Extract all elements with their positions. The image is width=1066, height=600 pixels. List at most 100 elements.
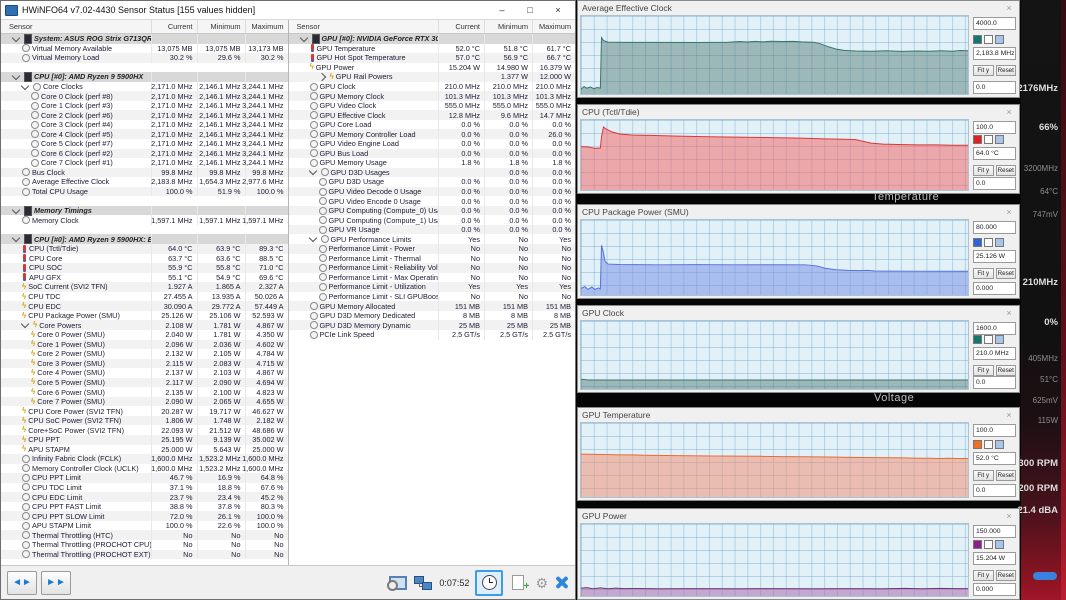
reset-button[interactable]: Reset [996,165,1017,176]
section-row[interactable]: GPU [#0]: NVIDIA GeForce RTX 3070 Mobi..… [289,34,576,44]
sensor-row[interactable]: Performance Limit - ThermalNoNoNo [289,254,576,264]
sensor-row[interactable]: Core 2 Clock (perf #6)2,171.0 MHz2,146.1… [1,110,288,120]
sensor-row[interactable]: ϟGPU Rail Powers1.377 W12.000 W [289,72,576,82]
current-value-box[interactable]: 2,183.8 MHz [973,47,1016,60]
close-icon[interactable]: × [545,3,571,18]
clock-button[interactable] [475,570,503,596]
sensor-row[interactable]: Average Effective Clock2,183.8 MHz1,654.… [1,177,288,187]
sensor-row[interactable]: GPU Memory Clock101.3 MHz101.3 MHz101.3 … [289,91,576,101]
close-icon[interactable]: × [1003,511,1015,521]
sensor-row[interactable]: GPU Video Engine Load0.0 %0.0 %0.0 % [289,139,576,149]
sensor-row[interactable]: CPU PPT Limit46.7 %16.9 %64.8 % [1,473,288,483]
caret-expanded-icon[interactable] [12,34,20,42]
sensor-row[interactable]: Total CPU Usage100.0 %51.9 %100.0 % [1,187,288,197]
close-icon[interactable]: × [1003,308,1015,318]
sensor-row[interactable]: Core 4 Clock (perf #5)2,171.0 MHz2,146.1… [1,129,288,139]
section-row[interactable]: System: ASUS ROG Strix G713QR_G713QR [1,34,288,44]
sensor-row[interactable]: CPU SOC55.9 °C55.8 °C71.0 °C [1,263,288,273]
monitor-search-icon[interactable] [387,575,407,591]
grid-color-swatch[interactable] [995,35,1004,44]
sensor-row[interactable]: Performance Limit - UtilizationYesYesYes [289,282,576,292]
sensor-row[interactable]: ϟSoC Current (SVI2 TFN)1.927 A1.865 A2.3… [1,282,288,292]
reset-button[interactable]: Reset [996,268,1017,279]
sensor-row[interactable]: ϟCore 2 Power (SMU)2.132 W2.105 W4.784 W [1,349,288,359]
grid-color-swatch[interactable] [995,540,1004,549]
sensor-row[interactable]: GPU Memory Usage1.8 %1.8 %1.8 % [289,158,576,168]
background-color-swatch[interactable] [984,440,993,449]
sensor-row[interactable]: ϟCore Powers2.108 W1.781 W4.867 W [1,320,288,330]
sensor-row[interactable]: Bus Clock99.8 MHz99.8 MHz99.8 MHz [1,168,288,178]
y-max-input[interactable]: 1600.0 [973,322,1016,335]
sensor-row[interactable]: ϟCPU SoC Power (SVI2 TFN)1.806 W1.748 W2… [1,416,288,426]
sensor-row[interactable]: GPU Video Encode 0 Usage0.0 %0.0 %0.0 % [289,196,576,206]
sensor-row[interactable]: Core 0 Clock (perf #8)2,171.0 MHz2,146.1… [1,91,288,101]
reset-button[interactable]: Reset [996,570,1017,581]
column-maximum[interactable]: Maximum [245,20,288,33]
sensor-row[interactable]: ϟCPU EDC30.090 A29.772 A57.449 A [1,301,288,311]
reorder-arrows-button[interactable]: ◄► [7,571,37,595]
y-max-input[interactable]: 100.0 [973,424,1016,437]
add-report-button[interactable]: + [509,574,529,592]
series-color-swatch[interactable] [973,135,982,144]
sensor-row[interactable]: ϟCPU PPT25.195 W9.139 W35.002 W [1,435,288,445]
sensor-row[interactable]: Memory Clock1,597.1 MHz1,597.1 MHz1,597.… [1,215,288,225]
close-icon[interactable]: × [1003,410,1015,420]
series-color-swatch[interactable] [973,238,982,247]
background-color-swatch[interactable] [984,540,993,549]
background-color-swatch[interactable] [984,35,993,44]
caret-expanded-icon[interactable] [21,321,29,329]
sensor-row[interactable]: CPU EDC Limit23.7 %23.4 %45.2 % [1,492,288,502]
sensor-row[interactable]: GPU Video Clock555.0 MHz555.0 MHz555.0 M… [289,101,576,111]
column-current[interactable]: Current [438,20,484,33]
sensor-row[interactable]: GPU D3D Memory Dynamic25 MB25 MB25 MB [289,320,576,330]
network-icon[interactable] [413,575,433,591]
series-color-swatch[interactable] [973,540,982,549]
minimize-icon[interactable]: – [489,3,515,18]
sensor-row[interactable]: ϟCore+SoC Power (SVI2 TFN)22.093 W21.512… [1,425,288,435]
close-icon[interactable]: × [1003,107,1015,117]
sensor-row[interactable]: ϟGPU Power15.204 W14.980 W16.379 W [289,63,576,73]
caret-expanded-icon[interactable] [299,34,307,42]
current-value-box[interactable]: 64.0 °C [973,147,1016,160]
grid-color-swatch[interactable] [995,238,1004,247]
column-current[interactable]: Current [151,20,197,33]
column-maximum[interactable]: Maximum [532,20,575,33]
current-value-box[interactable]: 15.204 W [973,552,1016,565]
grid-color-swatch[interactable] [995,440,1004,449]
sensor-row[interactable]: Performance Limit - PowerNoNoNo [289,244,576,254]
sensor-row[interactable]: CPU Core63.7 °C63.6 °C88.5 °C [1,254,288,264]
graph-title-bar[interactable]: GPU Temperature× [578,408,1019,422]
series-color-swatch[interactable] [973,35,982,44]
sensor-row[interactable]: PCIe Link Speed2.5 GT/s2.5 GT/s2.5 GT/s [289,330,576,340]
current-value-box[interactable]: 210.0 MHz [973,347,1016,360]
sensor-row[interactable]: Infinity Fabric Clock (FCLK)1,600.0 MHz1… [1,454,288,464]
fit-y-button[interactable]: Fit y [973,65,994,76]
sensor-row[interactable]: Core 3 Clock (perf #4)2,171.0 MHz2,146.1… [1,120,288,130]
sensor-row[interactable]: Thermal Throttling (HTC)NoNoNo [1,530,288,540]
fit-y-button[interactable]: Fit y [973,365,994,376]
sensor-row[interactable]: ϟCore 1 Power (SMU)2.096 W2.036 W4.602 W [1,340,288,350]
sensor-row[interactable]: CPU PPT FAST Limit38.8 %37.8 %80.3 % [1,502,288,512]
background-color-swatch[interactable] [984,135,993,144]
settings-gear-button[interactable]: ⚙ [535,575,548,591]
close-icon[interactable]: × [1003,3,1015,13]
section-row[interactable]: CPU [#0]: AMD Ryzen 9 5900HX [1,72,288,82]
fit-y-button[interactable]: Fit y [973,470,994,481]
sensor-row[interactable]: Memory Controller Clock (UCLK)1,600.0 MH… [1,464,288,474]
sensor-row[interactable]: ϟCPU Core Power (SVI2 TFN)20.287 W19.717… [1,406,288,416]
fit-y-button[interactable]: Fit y [973,570,994,581]
y-max-input[interactable]: 80.000 [973,221,1016,234]
reset-button[interactable]: Reset [996,65,1017,76]
sensor-row[interactable]: CPU TDC Limit37.1 %18.8 %67.6 % [1,483,288,493]
sensor-row[interactable]: GPU D3D Memory Dedicated8 MB8 MB8 MB [289,311,576,321]
sensor-row[interactable]: ϟCPU Package Power (SMU)25.126 W25.106 W… [1,311,288,321]
y-max-input[interactable]: 150.000 [973,525,1016,538]
sensor-row[interactable]: Core 5 Clock (perf #7)2,171.0 MHz2,146.1… [1,139,288,149]
column-sensor[interactable]: Sensor [289,22,439,31]
column-minimum[interactable]: Minimum [484,20,532,33]
y-min-input[interactable]: 0.0 [973,376,1016,389]
sensor-row[interactable]: Core Clocks2,171.0 MHz2,146.1 MHz3,244.1… [1,82,288,92]
sensor-row[interactable]: Virtual Memory Load30.2 %29.6 %30.2 % [1,53,288,63]
graph-title-bar[interactable]: CPU Package Power (SMU)× [578,205,1019,219]
sensor-row[interactable]: GPU Memory Controller Load0.0 %0.0 %26.0… [289,129,576,139]
